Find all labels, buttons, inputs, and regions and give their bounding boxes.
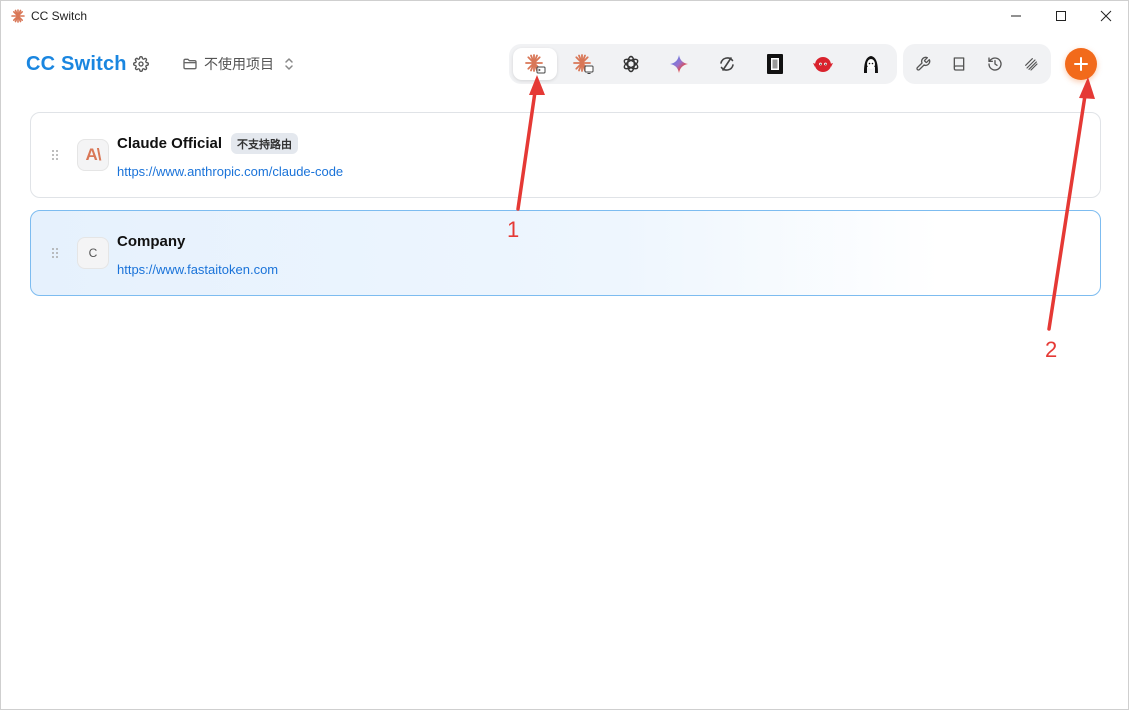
window-title: CC Switch (31, 9, 88, 23)
maximize-button[interactable] (1038, 1, 1084, 31)
title-bar: CC Switch (1, 1, 1128, 31)
add-provider-button[interactable] (1065, 48, 1097, 80)
drag-handle-icon[interactable] (51, 149, 59, 161)
avatar-icon (864, 56, 878, 73)
chevron-updown-icon (285, 58, 293, 70)
minimize-icon (1011, 15, 1021, 17)
provider-logo: C (77, 237, 109, 269)
layers-icon (1025, 58, 1038, 71)
project-selector[interactable]: 不使用项目 (182, 54, 294, 74)
tab-app6[interactable] (753, 48, 797, 80)
claude-terminal-icon (525, 54, 546, 74)
tab-claude-code[interactable] (513, 48, 557, 80)
provider-logo-text: C (88, 246, 98, 260)
maximize-icon (1056, 11, 1066, 21)
plus-icon (1074, 57, 1088, 71)
history-icon (988, 57, 1002, 71)
tools-group (903, 44, 1051, 84)
annotation-label-1: 1 (507, 217, 520, 242)
tools-button[interactable] (911, 52, 935, 76)
provider-card-company[interactable]: C Company https://www.fastaitoken.com (30, 210, 1101, 296)
provider-name: Claude Official (117, 135, 223, 152)
cycle-icon (720, 57, 734, 71)
claude-burst-icon (11, 9, 25, 23)
history-button[interactable] (983, 52, 1007, 76)
wrench-icon (916, 56, 931, 71)
routing-badge: 不支持路由 (231, 133, 298, 154)
annotation-label-2: 2 (1045, 337, 1058, 362)
minimize-button[interactable] (993, 1, 1039, 31)
tab-gemini[interactable] (657, 48, 701, 80)
app-switcher (509, 44, 897, 84)
folder-icon (183, 58, 197, 70)
provider-url-link[interactable]: https://www.fastaitoken.com (117, 262, 278, 277)
app-window: CC Switch CC Switch 不使用项目 A\ Claude Offi… (0, 0, 1129, 710)
app-brand: CC Switch (26, 53, 127, 75)
tab-claude-desktop[interactable] (561, 48, 605, 80)
openai-icon (623, 55, 639, 73)
book-icon (953, 57, 965, 71)
close-button[interactable] (1083, 1, 1129, 31)
red-bird-icon (813, 57, 833, 72)
skills-button[interactable] (1019, 52, 1043, 76)
prompts-button[interactable] (947, 52, 971, 76)
square-frame-icon (767, 54, 783, 74)
provider-logo-text: A\ (85, 145, 102, 164)
tab-app8[interactable] (849, 48, 893, 80)
close-icon (1100, 10, 1112, 22)
provider-card-claude-official[interactable]: A\ Claude Official 不支持路由 https://www.ant… (30, 112, 1101, 198)
anthropic-logo-icon: A\ (77, 139, 109, 171)
provider-name: Company (117, 233, 186, 250)
gear-icon (133, 56, 149, 72)
gemini-icon (670, 55, 688, 73)
tab-codex[interactable] (609, 48, 653, 80)
drag-handle-icon[interactable] (51, 247, 59, 259)
settings-button[interactable] (131, 54, 151, 74)
annotation-overlay (516, 75, 1095, 331)
tab-app7[interactable] (801, 48, 845, 80)
claude-desktop-icon (573, 54, 594, 74)
tab-opencode[interactable] (705, 48, 749, 80)
provider-url-link[interactable]: https://www.anthropic.com/claude-code (117, 164, 343, 179)
project-label: 不使用项目 (204, 56, 274, 72)
